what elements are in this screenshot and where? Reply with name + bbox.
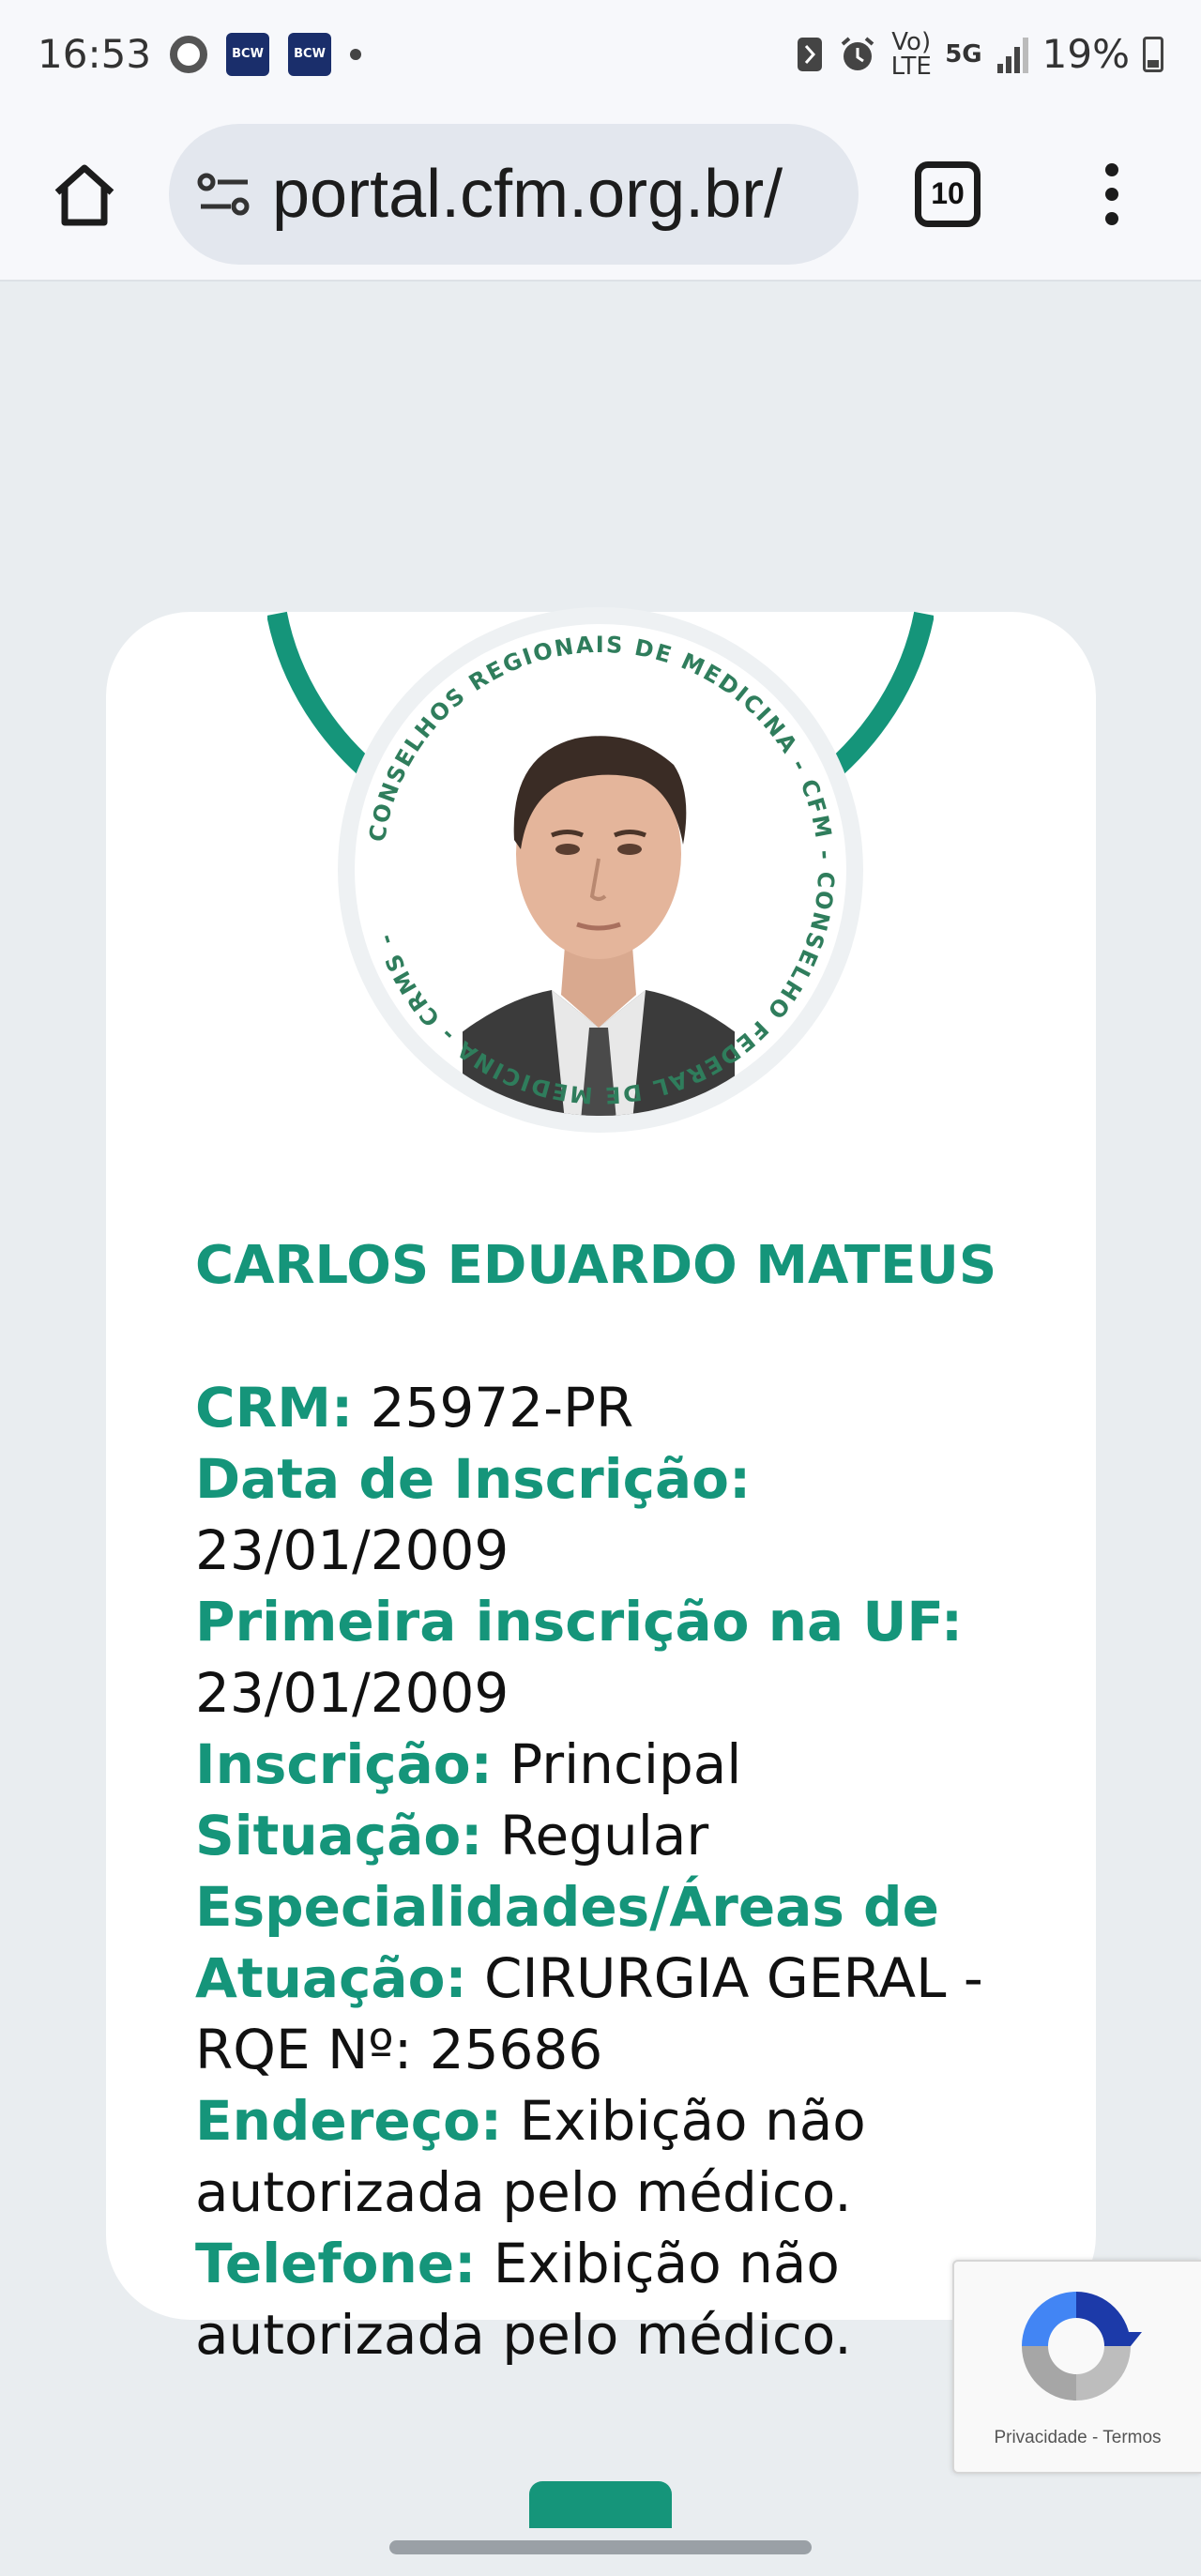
- field-label: Endereço:: [195, 2089, 503, 2153]
- status-right: Vo) LTE 5G 19%: [795, 30, 1163, 79]
- tabs-button[interactable]: 10: [915, 160, 981, 227]
- bcw-icon: BCW: [288, 32, 332, 76]
- field-situacao: Situação: Regular: [195, 1800, 1021, 1871]
- network-5g-icon: 5G: [945, 39, 982, 69]
- gesture-home-indicator[interactable]: [389, 2540, 812, 2554]
- field-value: 23/01/2009: [195, 1661, 509, 1725]
- browser-toolbar: portal.cfm.org.br/ 10: [0, 108, 1201, 282]
- tab-count: 10: [931, 176, 965, 210]
- site-settings-icon[interactable]: [197, 171, 251, 218]
- field-primeira-inscricao: Primeira inscrição na UF: 23/01/2009: [195, 1586, 1021, 1729]
- field-label: CRM:: [195, 1376, 354, 1440]
- doctor-name: CARLOS EDUARDO MATEUS: [195, 1235, 997, 1296]
- field-label: Inscrição:: [195, 1732, 493, 1796]
- home-icon: [54, 164, 114, 225]
- field-label: Data de Inscrição:: [195, 1447, 752, 1511]
- status-time: 16:53: [38, 31, 152, 77]
- alarm-icon: [841, 36, 874, 70]
- seal-ring-text: CONSELHOS REGIONAIS DE MEDICINA - CFM - …: [364, 632, 839, 1108]
- field-value: 23/01/2009: [195, 1518, 509, 1582]
- link-separator: -: [1092, 2428, 1099, 2447]
- field-value: Principal: [509, 1732, 742, 1796]
- dot-icon: [350, 48, 362, 60]
- field-label: Primeira inscrição na UF:: [195, 1590, 964, 1654]
- field-inscricao: Inscrição: Principal: [195, 1729, 1021, 1800]
- field-label: Telefone:: [195, 2232, 477, 2295]
- more-menu-icon[interactable]: [1098, 162, 1126, 225]
- page-content: CONSELHOS REGIONAIS DE MEDICINA - CFM - …: [0, 283, 1201, 2576]
- privacy-link[interactable]: Privacidade: [994, 2428, 1087, 2447]
- field-data-inscricao: Data de Inscrição: 23/01/2009: [195, 1443, 1021, 1586]
- status-bar: 16:53 BCW BCW Vo) LTE 5G 19%: [0, 0, 1201, 108]
- scroll-top-button[interactable]: [529, 2481, 672, 2528]
- field-telefone: Telefone: Exibição não autorizada pelo m…: [195, 2228, 1021, 2370]
- battery-percentage: 19%: [1041, 31, 1130, 77]
- url-text[interactable]: portal.cfm.org.br/: [272, 156, 783, 233]
- battery-icon: [1143, 36, 1163, 72]
- field-label: Situação:: [195, 1804, 483, 1867]
- recaptcha-links: Privacidade - Termos: [954, 2428, 1201, 2448]
- svg-text:CONSELHOS REGIONAIS DE MEDICIN: CONSELHOS REGIONAIS DE MEDICINA - CFM - …: [364, 632, 839, 1108]
- volte-icon: Vo) LTE: [890, 27, 932, 81]
- home-button[interactable]: [28, 138, 141, 251]
- doctor-info: CARLOS EDUARDO MATEUS CRM: 25972-PR Data…: [195, 1231, 1021, 2370]
- address-bar[interactable]: portal.cfm.org.br/: [169, 123, 859, 265]
- bcw-icon: BCW: [226, 32, 270, 76]
- terms-link[interactable]: Termos: [1102, 2428, 1161, 2447]
- field-crm: CRM: 25972-PR: [195, 1372, 1021, 1443]
- status-left: 16:53 BCW BCW: [38, 31, 362, 77]
- signal-icon: [996, 37, 1028, 73]
- field-especialidades: Especialidades/Áreas de Atuação: CIRURGI…: [195, 1871, 1021, 2085]
- nfc-icon: [798, 37, 823, 71]
- recaptcha-icon: [1022, 2292, 1142, 2401]
- field-endereco: Endereço: Exibição não autorizada pelo m…: [195, 2085, 1021, 2228]
- field-value: 25972-PR: [370, 1376, 634, 1440]
- recaptcha-badge[interactable]: Privacidade - Termos: [952, 2260, 1201, 2474]
- chrome-icon: [170, 35, 208, 73]
- field-value: Regular: [499, 1804, 709, 1867]
